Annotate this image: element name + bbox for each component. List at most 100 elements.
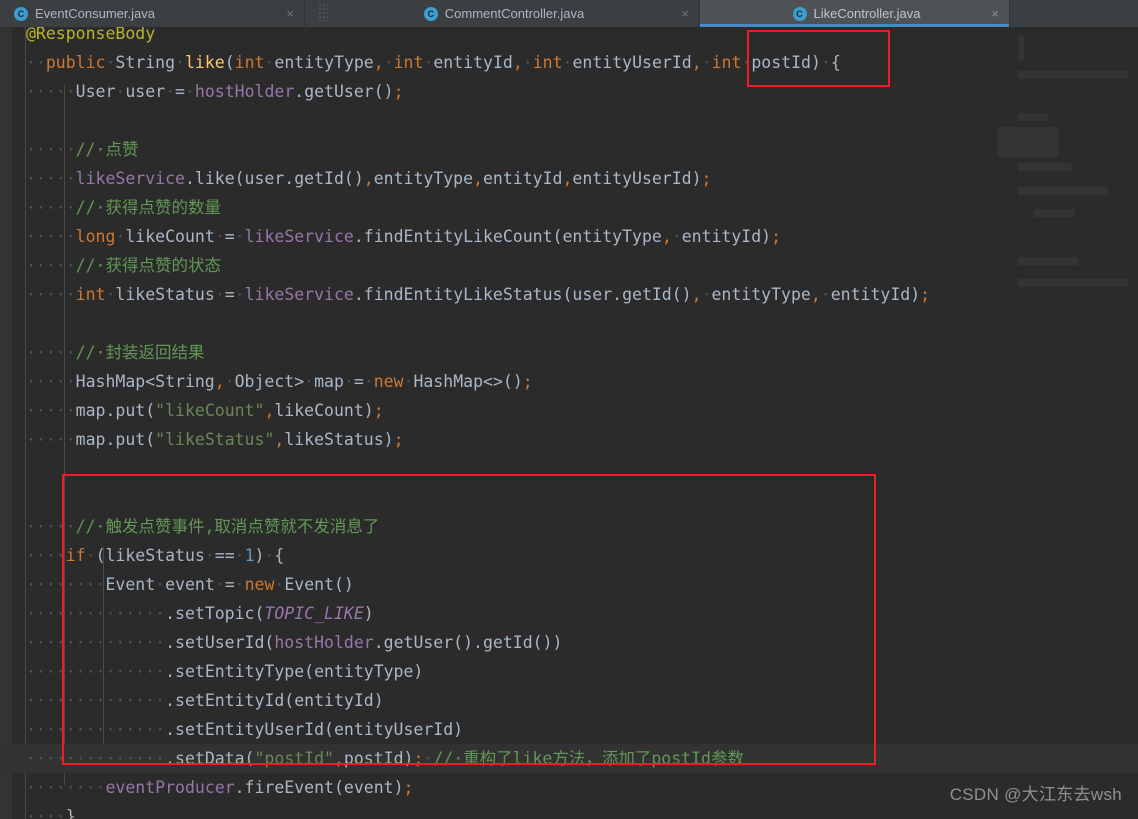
code-line[interactable]: ··············.setUserId(hostHolder.getU… xyxy=(0,628,1138,657)
code-token: · xyxy=(224,372,235,391)
code-line[interactable]: ·····HashMap<String,·Object>·map·=·new·H… xyxy=(0,367,1138,396)
code-token: · xyxy=(741,53,752,72)
code-token: ····· xyxy=(26,256,76,275)
code-token: , xyxy=(512,53,523,72)
java-class-icon: C xyxy=(14,6,28,21)
code-token: .setTopic( xyxy=(165,604,265,623)
code-token: ····· xyxy=(26,285,76,304)
csdn-watermark: CSDN @大江东去wsh xyxy=(949,785,1122,804)
code-line[interactable]: ·····//·封装返回结果 xyxy=(0,338,1138,367)
code-token: · xyxy=(115,227,126,246)
tab-like-controller[interactable]: C LikeController.java × xyxy=(700,0,1010,27)
code-line[interactable]: ·····//·点赞 xyxy=(0,135,1138,164)
code-token: entityId xyxy=(433,53,513,72)
code-token: ) xyxy=(810,53,821,72)
close-icon[interactable]: × xyxy=(286,7,294,20)
code-token: //·获得点赞的状态 xyxy=(75,256,221,275)
code-token: ; xyxy=(393,82,404,101)
code-token: · xyxy=(403,372,414,391)
code-token: new xyxy=(373,372,404,391)
code-token: = xyxy=(224,575,235,594)
code-token: "postId" xyxy=(254,749,334,768)
code-line[interactable]: ·····likeService.like(user.getId(),entit… xyxy=(0,164,1138,193)
code-token: .getUser().getId()) xyxy=(373,633,563,652)
code-token: · xyxy=(155,575,166,594)
code-line[interactable]: ··public·String·like(int·entityType,·int… xyxy=(0,48,1138,77)
code-token: · xyxy=(234,546,245,565)
code-token: ; xyxy=(771,227,782,246)
code-line[interactable]: ········Event·event·=·new·Event() xyxy=(0,570,1138,599)
code-line[interactable] xyxy=(0,309,1138,338)
code-token: , xyxy=(264,401,275,420)
code-line[interactable]: ····if·(likeStatus·==·1)·{ xyxy=(0,541,1138,570)
close-icon[interactable]: × xyxy=(681,7,689,20)
code-line[interactable]: ·····map.put("likeCount",likeCount); xyxy=(0,396,1138,425)
code-token: · xyxy=(214,285,225,304)
code-token: · xyxy=(343,372,354,391)
code-token: · xyxy=(522,53,533,72)
code-token: · xyxy=(363,372,374,391)
code-editor[interactable]: @ResponseBody ··public·String·like(int·en… xyxy=(0,27,1138,819)
code-line[interactable] xyxy=(0,106,1138,135)
code-line[interactable]: ··············.setEntityType(entityType) xyxy=(0,657,1138,686)
code-token: entityId) xyxy=(681,227,772,246)
code-token: .setEntityUserId(entityUserId) xyxy=(165,720,464,739)
code-token: 1 xyxy=(244,546,255,565)
code-token: = xyxy=(224,227,235,246)
code-line[interactable]: ·····//·获得点赞的数量 xyxy=(0,193,1138,222)
code-line[interactable] xyxy=(0,483,1138,512)
code-token: , xyxy=(810,285,821,304)
code-token: entityType xyxy=(373,169,474,188)
code-token: int xyxy=(711,53,742,72)
tab-event-consumer[interactable]: C EventConsumer.java × xyxy=(0,0,305,27)
code-token: ; xyxy=(920,285,931,304)
code-token: postId) xyxy=(343,749,414,768)
code-token: · xyxy=(214,575,225,594)
code-token: = xyxy=(224,285,235,304)
code-line[interactable]: ·····map.put("likeStatus",likeStatus); xyxy=(0,425,1138,454)
code-token: , xyxy=(373,53,384,72)
code-token: Event xyxy=(105,575,156,594)
code-token: //·点赞 xyxy=(75,140,139,159)
code-token: HashMap<String xyxy=(75,372,215,391)
code-token: String xyxy=(115,53,176,72)
code-token: , xyxy=(274,430,285,449)
code-line[interactable]: ··············.setData("postId",postId);… xyxy=(0,744,1138,773)
code-token: likeService xyxy=(75,169,185,188)
code-token: long xyxy=(75,227,116,246)
code-token: .findEntityLikeStatus(user.getId() xyxy=(353,285,692,304)
code-line[interactable]: ·····int·likeStatus·=·likeService.findEn… xyxy=(0,280,1138,309)
code-token: ·············· xyxy=(26,604,166,623)
code-line[interactable]: ·····//·获得点赞的状态 xyxy=(0,251,1138,280)
java-class-icon: C xyxy=(423,6,438,21)
code-text[interactable]: @ResponseBody ··public·String·like(int·en… xyxy=(0,27,1138,819)
code-token: · xyxy=(423,53,434,72)
code-line[interactable]: ·····//·触发点赞事件,取消点赞就不发消息了 xyxy=(0,512,1138,541)
code-line[interactable]: ··············.setEntityUserId(entityUse… xyxy=(0,715,1138,744)
code-token: ········ xyxy=(26,575,106,594)
code-token: ; xyxy=(373,401,384,420)
code-line[interactable]: ·····User·user·=·hostHolder.getUser(); xyxy=(0,77,1138,106)
code-line[interactable]: ··············.setTopic(TOPIC_LIKE) xyxy=(0,599,1138,628)
code-line[interactable]: ··············.setEntityId(entityId) xyxy=(0,686,1138,715)
tab-label: LikeController.java xyxy=(813,6,921,21)
code-token: ; xyxy=(403,778,414,797)
tab-overflow-dots-icon[interactable] xyxy=(318,3,328,21)
code-token: int xyxy=(75,285,106,304)
code-token: { xyxy=(274,546,285,565)
code-token: · xyxy=(701,53,712,72)
close-icon[interactable]: × xyxy=(991,7,999,20)
code-token: .setEntityType(entityType) xyxy=(165,662,424,681)
code-token: Event() xyxy=(284,575,354,594)
code-token: ·············· xyxy=(26,691,166,710)
code-line[interactable]: ·····long·likeCount·=·likeService.findEn… xyxy=(0,222,1138,251)
code-token: · xyxy=(175,53,185,72)
code-line[interactable]: @ResponseBody xyxy=(0,27,1138,48)
tab-comment-controller[interactable]: C CommentController.java × xyxy=(305,0,700,27)
code-token: .getUser() xyxy=(294,82,394,101)
tab-label: EventConsumer.java xyxy=(35,6,155,21)
code-token: hostHolder xyxy=(274,633,374,652)
code-line[interactable] xyxy=(0,454,1138,483)
code-token: ····· xyxy=(26,343,76,362)
tab-bar-filler xyxy=(1010,0,1138,27)
